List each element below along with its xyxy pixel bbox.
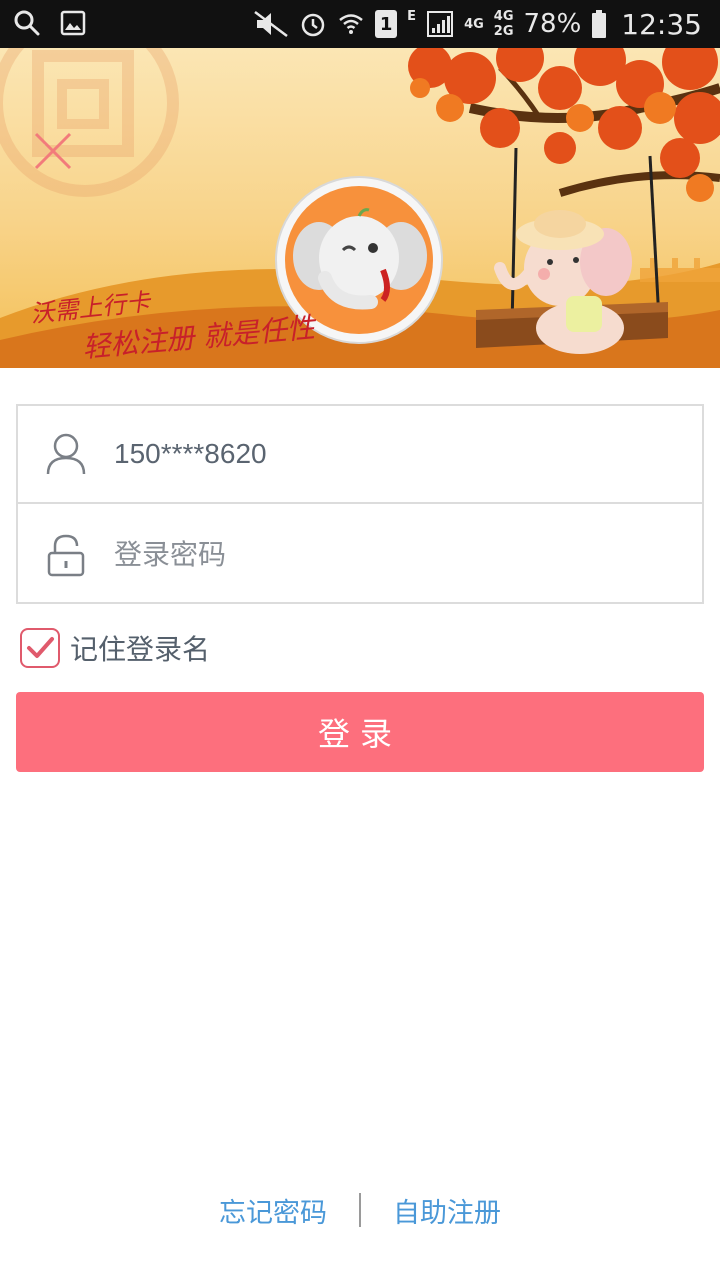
login-button[interactable]: 登录 <box>16 692 704 772</box>
image-icon <box>60 10 86 36</box>
checkbox-box[interactable] <box>20 628 60 668</box>
wifi-icon <box>339 14 363 34</box>
network-4g-top-label: 4G <box>493 9 514 24</box>
remember-label: 记住登录名 <box>70 633 211 666</box>
password-input[interactable] <box>114 539 674 571</box>
password-row <box>18 506 702 604</box>
alarm-icon <box>301 13 325 37</box>
self-register-link[interactable]: 自助注册 <box>393 1191 501 1230</box>
bank-logo-watermark <box>0 48 179 197</box>
footer-divider <box>359 1193 361 1227</box>
username-row <box>18 406 702 504</box>
sim-icon: 1 <box>375 10 398 38</box>
lock-icon-wrap <box>18 533 114 577</box>
network-2g-bottom-label: 2G <box>493 24 514 39</box>
network-4g-label: 4G <box>464 16 484 32</box>
battery-percent: 78% <box>523 9 582 39</box>
forgot-password-link[interactable]: 忘记密码 <box>219 1191 327 1230</box>
network-dual-label: 4G 2G <box>494 10 514 38</box>
battery-icon <box>592 10 607 38</box>
footer-links: 忘记密码 自助注册 <box>0 1188 720 1232</box>
network-e-label: E <box>407 9 417 24</box>
close-icon <box>34 132 72 170</box>
close-button[interactable] <box>28 126 78 176</box>
status-bar: 1 E 4G 4G 2G 78% 12:35 <box>0 0 720 48</box>
sim-slot-label: 1 <box>379 13 393 35</box>
user-icon-wrap <box>18 432 114 476</box>
login-form <box>16 404 704 604</box>
checkmark-icon <box>27 637 54 658</box>
user-icon <box>46 433 86 475</box>
mute-icon <box>254 11 288 37</box>
search-icon <box>14 10 40 36</box>
clock: 12:35 <box>621 7 702 41</box>
signal-icon <box>427 11 454 37</box>
username-input[interactable] <box>114 438 674 470</box>
lock-icon <box>47 534 85 577</box>
promo-banner: 沃需上行卡 轻松注册 就是任性 <box>0 48 720 368</box>
remember-login-checkbox[interactable]: 记住登录名 <box>20 628 210 668</box>
